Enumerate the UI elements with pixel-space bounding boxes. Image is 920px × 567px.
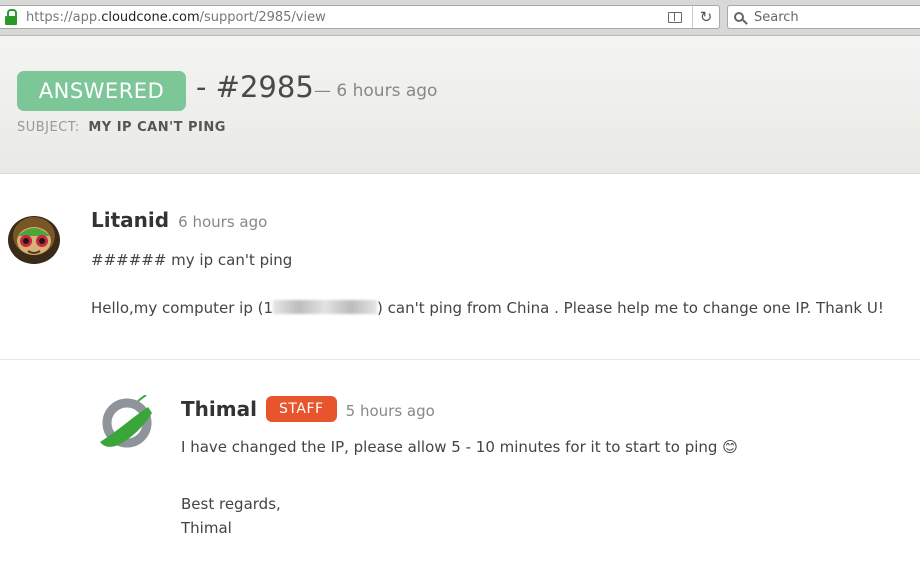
lock-icon [4,8,18,26]
ticket-number: - #2985 [196,70,314,104]
message-author: Litanid [91,208,170,232]
message-time: 5 hours ago [345,402,435,420]
message-signoff: Best regards, [181,495,281,513]
staff-avatar [100,395,152,448]
search-placeholder: Search [754,9,799,25]
message-body: I have changed the IP, please allow 5 - … [181,438,738,456]
message-heading: ###### my ip can't ping [91,251,293,269]
status-badge: ANSWERED [17,71,186,111]
user-avatar [8,216,60,264]
message-header: Thimal STAFF 5 hours ago [181,396,435,422]
ticket-subject: SUBJECT: MY IP CAN'T PING [17,120,226,135]
message-author: Thimal [181,397,257,421]
message-divider [0,359,920,360]
reload-icon[interactable]: ↻ [693,6,719,28]
message-header: Litanid 6 hours ago [91,208,267,232]
message-body-start: Hello,my computer ip (1 [91,299,274,317]
search-input[interactable]: Search [727,5,920,29]
address-bar[interactable]: https://app.cloudcone.com/support/2985/v… [0,5,720,29]
message-body: Hello,my computer ip (1 ) can't ping from… [91,299,884,317]
message-time: 6 hours ago [178,213,268,231]
subject-label: SUBJECT: [17,120,80,135]
reader-view-icon[interactable] [668,11,682,23]
redacted-ip [273,300,378,314]
message-body-end: ) can't ping from China . Please help me… [377,299,884,317]
staff-badge: STAFF [266,396,337,422]
url-text[interactable]: https://app.cloudcone.com/support/2985/v… [26,10,326,25]
message-signature: Thimal [181,519,232,537]
browser-toolbar: https://app.cloudcone.com/support/2985/v… [0,0,920,36]
ticket-created-time: — 6 hours ago [314,81,438,101]
search-icon [734,12,744,22]
subject-value: MY IP CAN'T PING [88,120,226,135]
ticket-header: ANSWERED - #2985 — 6 hours ago SUBJECT: … [0,36,920,174]
